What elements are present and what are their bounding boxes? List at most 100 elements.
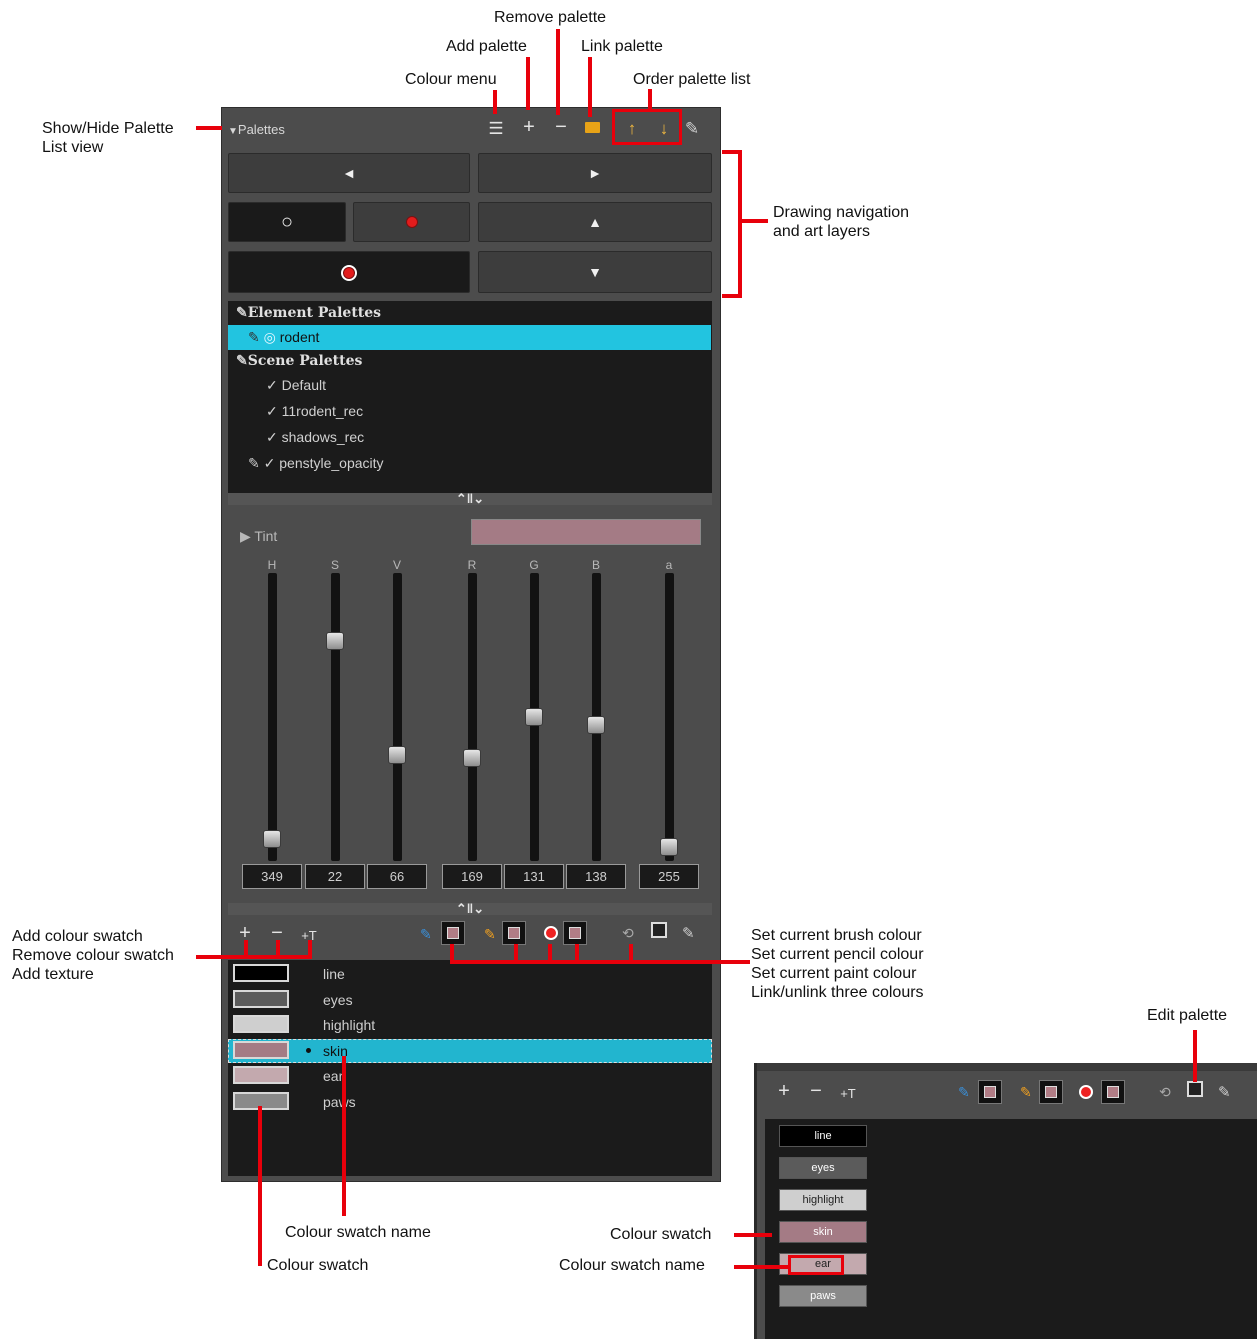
inset-colour-swatch-skin[interactable]: skin bbox=[779, 1221, 867, 1243]
colour-swatch-eyes[interactable] bbox=[233, 989, 289, 1008]
paint-colour-button[interactable] bbox=[563, 921, 587, 945]
colour-menu-icon[interactable]: ☰ bbox=[486, 120, 506, 137]
inset-paint-colour-button[interactable] bbox=[1101, 1080, 1125, 1104]
slider-handle-s[interactable] bbox=[326, 632, 344, 651]
onion-skin-button[interactable]: ○ bbox=[228, 202, 346, 242]
colour-swatch-name[interactable]: highlight bbox=[323, 1016, 375, 1034]
inset-colour-swatch-eyes[interactable]: eyes bbox=[779, 1157, 867, 1179]
palette-item-11rodent-rec[interactable]: ✓ 11rodent_rec bbox=[228, 399, 711, 424]
inset-colour-swatch-paws[interactable]: paws bbox=[779, 1285, 867, 1307]
palette-item-default[interactable]: ✓ Default bbox=[228, 373, 711, 398]
callout-tick-texture bbox=[308, 940, 312, 958]
inset-palette-panel: + − +T ✎ ✎ ⟲ ✎ line eyes highlight skin ear p… bbox=[754, 1063, 1257, 1339]
palette-item-penstyle-opacity[interactable]: ✎ ✓ penstyle_opacity bbox=[228, 451, 711, 476]
slider-handle-v[interactable] bbox=[388, 745, 406, 764]
palette-item-label: 11rodent_rec bbox=[281, 403, 364, 419]
tint-toggle[interactable]: ▶ Tint bbox=[240, 528, 277, 545]
pencil-colour-button[interactable] bbox=[502, 921, 526, 945]
inset-add-swatch-icon[interactable]: + bbox=[775, 1081, 793, 1101]
annotation-set-brush: Set current brush colour bbox=[751, 927, 922, 944]
slider-track-s[interactable] bbox=[331, 573, 340, 861]
value-field-v[interactable]: 66 bbox=[367, 864, 427, 889]
red-dot-icon bbox=[405, 216, 418, 228]
slider-track-r[interactable] bbox=[468, 573, 477, 861]
art-layer-down-button[interactable]: ▼ bbox=[478, 251, 712, 293]
colour-swatch-skin[interactable] bbox=[233, 1040, 289, 1059]
swatch-list: line eyes highlight skin ear paws bbox=[228, 960, 712, 1176]
value-field-b[interactable]: 138 bbox=[566, 864, 626, 889]
annotation-drawing-nav-line2: and art layers bbox=[773, 223, 870, 240]
inset-brush-colour-chip bbox=[984, 1086, 996, 1098]
annotation-link-palette: Link palette bbox=[581, 38, 663, 55]
value-field-s[interactable]: 22 bbox=[305, 864, 365, 889]
colour-swatch-name[interactable]: paws bbox=[323, 1093, 356, 1111]
swatch-row-selected[interactable] bbox=[228, 1038, 712, 1063]
expand-triangle-icon: ▶ bbox=[240, 528, 251, 544]
value-field-h[interactable]: 349 bbox=[242, 864, 302, 889]
annotation-link-unlink: Link/unlink three colours bbox=[751, 984, 924, 1001]
brush-edit-icon[interactable]: ✎ bbox=[682, 924, 695, 942]
previous-drawing-button[interactable]: ◄ bbox=[228, 153, 470, 193]
slider-handle-g[interactable] bbox=[525, 708, 543, 726]
brush-colour-button[interactable] bbox=[441, 921, 465, 945]
slider-label-r: R bbox=[467, 558, 477, 572]
value-field-r[interactable]: 169 bbox=[442, 864, 502, 889]
inset-link-colours-icon[interactable]: ⟲ bbox=[1159, 1084, 1171, 1101]
splitter-handle[interactable]: ⌃‖⌄ bbox=[228, 492, 712, 505]
inset-edit-palette-icon[interactable] bbox=[1187, 1081, 1203, 1097]
colour-swatch-highlight[interactable] bbox=[233, 1015, 289, 1034]
check-icon: ✓ bbox=[263, 455, 276, 471]
collapse-triangle-icon[interactable]: ▼ bbox=[228, 126, 238, 137]
inset-brush-colour-button[interactable] bbox=[978, 1080, 1002, 1104]
slider-handle-b[interactable] bbox=[587, 716, 605, 735]
edit-palette-lock-icon[interactable] bbox=[651, 922, 667, 938]
edit-palette-icon[interactable]: ✎ bbox=[684, 120, 700, 137]
panel-title-label: Palettes bbox=[237, 122, 285, 137]
colour-swatch-line[interactable] bbox=[233, 964, 289, 982]
slider-handle-a[interactable] bbox=[660, 837, 678, 856]
inset-remove-swatch-icon[interactable]: − bbox=[807, 1081, 825, 1101]
value-field-a[interactable]: 255 bbox=[639, 864, 699, 889]
remove-palette-icon[interactable]: − bbox=[551, 117, 571, 137]
palette-panel: ▼Palettes ☰ + − ↑ ↓ ✎ ◄ ► ○ ▲ ▼ ✎Element… bbox=[221, 107, 721, 1182]
colour-swatch-name[interactable]: ear bbox=[323, 1067, 343, 1085]
link-palette-icon[interactable] bbox=[585, 122, 600, 133]
inset-colour-swatch-highlight[interactable]: highlight bbox=[779, 1189, 867, 1211]
inset-pencil-colour-button[interactable] bbox=[1039, 1080, 1063, 1104]
colour-art-button[interactable] bbox=[353, 202, 470, 242]
callout-tick-link bbox=[629, 944, 633, 962]
art-layer-up-button[interactable]: ▲ bbox=[478, 202, 712, 242]
callout-line-inset-swatch-name bbox=[734, 1265, 790, 1269]
brush-tool-icon: ✎ bbox=[420, 926, 432, 942]
callout-line-swatch-tools bbox=[196, 955, 312, 959]
slider-handle-h[interactable] bbox=[263, 829, 281, 848]
inset-add-texture-icon[interactable]: +T bbox=[839, 1085, 857, 1102]
panel-title[interactable]: ▼Palettes bbox=[228, 122, 285, 137]
splitter-handle-lower[interactable]: ⌃‖⌄ bbox=[228, 902, 712, 915]
palette-item-shadows-rec[interactable]: ✓ shadows_rec bbox=[228, 425, 711, 450]
colour-swatch-ear[interactable] bbox=[233, 1066, 289, 1085]
next-drawing-button[interactable]: ► bbox=[478, 153, 712, 193]
brush-icon: ✎ bbox=[236, 305, 248, 321]
colour-swatch-name[interactable]: eyes bbox=[323, 991, 353, 1009]
tint-colour-preview[interactable] bbox=[471, 519, 701, 545]
colour-swatch-name[interactable]: line bbox=[323, 965, 345, 983]
value-field-g[interactable]: 131 bbox=[504, 864, 564, 889]
add-palette-icon[interactable]: + bbox=[519, 117, 539, 137]
palette-item-label: Default bbox=[281, 377, 326, 393]
pencil-tool-icon: ✎ bbox=[484, 926, 496, 942]
brush-icon: ✎ bbox=[236, 353, 248, 369]
slider-track-a[interactable] bbox=[665, 573, 674, 861]
annotation-add-palette: Add palette bbox=[446, 38, 527, 55]
inset-colour-swatch-line[interactable]: line bbox=[779, 1125, 867, 1147]
current-layer-button[interactable] bbox=[228, 251, 470, 293]
callout-line-drawing-nav bbox=[742, 219, 768, 223]
palette-item-rodent[interactable]: ✎ ◎ rodent bbox=[228, 325, 711, 350]
annotation-colour-swatch: Colour swatch bbox=[267, 1257, 369, 1274]
slider-handle-r[interactable] bbox=[463, 748, 481, 767]
slider-track-v[interactable] bbox=[393, 573, 402, 861]
inset-brush-edit-icon[interactable]: ✎ bbox=[1218, 1083, 1231, 1101]
brush-colour-chip bbox=[447, 927, 459, 939]
slider-track-h[interactable] bbox=[268, 573, 277, 861]
link-colours-icon[interactable]: ⟲ bbox=[622, 925, 634, 942]
